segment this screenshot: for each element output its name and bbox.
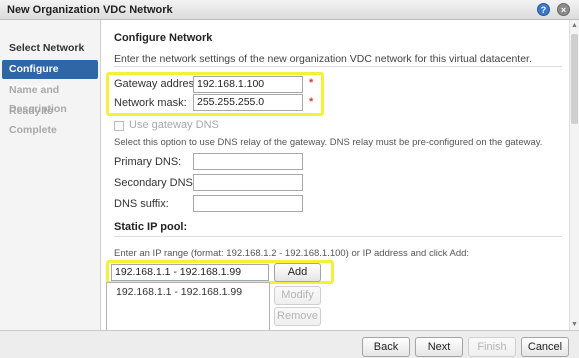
dialog-footer: Back Next Finish Cancel (0, 330, 579, 358)
scroll-down-icon[interactable]: ▼ (571, 321, 578, 328)
dns-suffix-input[interactable] (193, 195, 303, 212)
next-button[interactable]: Next (415, 337, 463, 357)
ip-range-instructions: Enter an IP range (format: 192.168.1.2 -… (114, 248, 470, 259)
network-mask-input[interactable]: 255.255.255.0 (193, 94, 303, 111)
step-configure-network[interactable]: Configure Network (2, 60, 98, 94)
divider (114, 236, 562, 237)
gateway-address-input[interactable]: 192.168.1.100 (193, 76, 303, 93)
gateway-address-label: Gateway address: (114, 78, 203, 90)
dialog-title: New Organization VDC Network (7, 4, 173, 16)
remove-button[interactable]: Remove (274, 307, 321, 326)
finish-button: Finish (468, 337, 516, 357)
secondary-dns-label: Secondary DNS: (114, 177, 196, 189)
section-description: Enter the network settings of the new or… (114, 53, 532, 65)
divider (114, 66, 562, 67)
dialog-titlebar: New Organization VDC Network ? × (0, 0, 579, 20)
section-title: Configure Network (114, 32, 213, 44)
vertical-scrollbar[interactable]: ▲ ▼ (569, 20, 579, 330)
static-ip-pool-title: Static IP pool: (114, 221, 188, 233)
add-button[interactable]: Add (274, 263, 321, 282)
back-button[interactable]: Back (362, 337, 410, 357)
required-marker: * (309, 96, 314, 108)
close-icon[interactable]: × (557, 3, 570, 16)
scroll-thumb[interactable] (571, 34, 578, 124)
dns-note: Select this option to use DNS relay of t… (114, 137, 543, 148)
list-item[interactable]: 192.168.1.1 - 192.168.1.99 (116, 286, 242, 298)
use-gateway-dns-label: Use gateway DNS (129, 119, 219, 131)
step-name-and-description: Name and Description (9, 84, 67, 115)
main-panel: Configure Network Enter the network sett… (101, 20, 569, 330)
step-ready-to-complete: Ready to Complete (9, 105, 57, 136)
help-icon[interactable]: ? (537, 3, 550, 16)
network-mask-label: Network mask: (114, 97, 187, 109)
wizard-steps: Select Network Type Configure Network Na… (0, 20, 101, 330)
primary-dns-input[interactable] (193, 153, 303, 170)
ip-range-input[interactable]: 192.168.1.1 - 192.168.1.99 (111, 264, 269, 281)
cancel-button[interactable]: Cancel (521, 337, 569, 357)
ip-pool-list[interactable]: 192.168.1.1 - 192.168.1.99 (106, 282, 270, 330)
primary-dns-label: Primary DNS: (114, 156, 182, 168)
scroll-up-icon[interactable]: ▲ (571, 22, 578, 29)
secondary-dns-input[interactable] (193, 174, 303, 191)
step-select-network-type[interactable]: Select Network Type (2, 39, 98, 73)
dns-suffix-label: DNS suffix: (114, 198, 169, 210)
modify-button[interactable]: Modify (274, 286, 321, 305)
use-gateway-dns-checkbox[interactable] (114, 121, 124, 131)
required-marker: * (309, 77, 314, 89)
